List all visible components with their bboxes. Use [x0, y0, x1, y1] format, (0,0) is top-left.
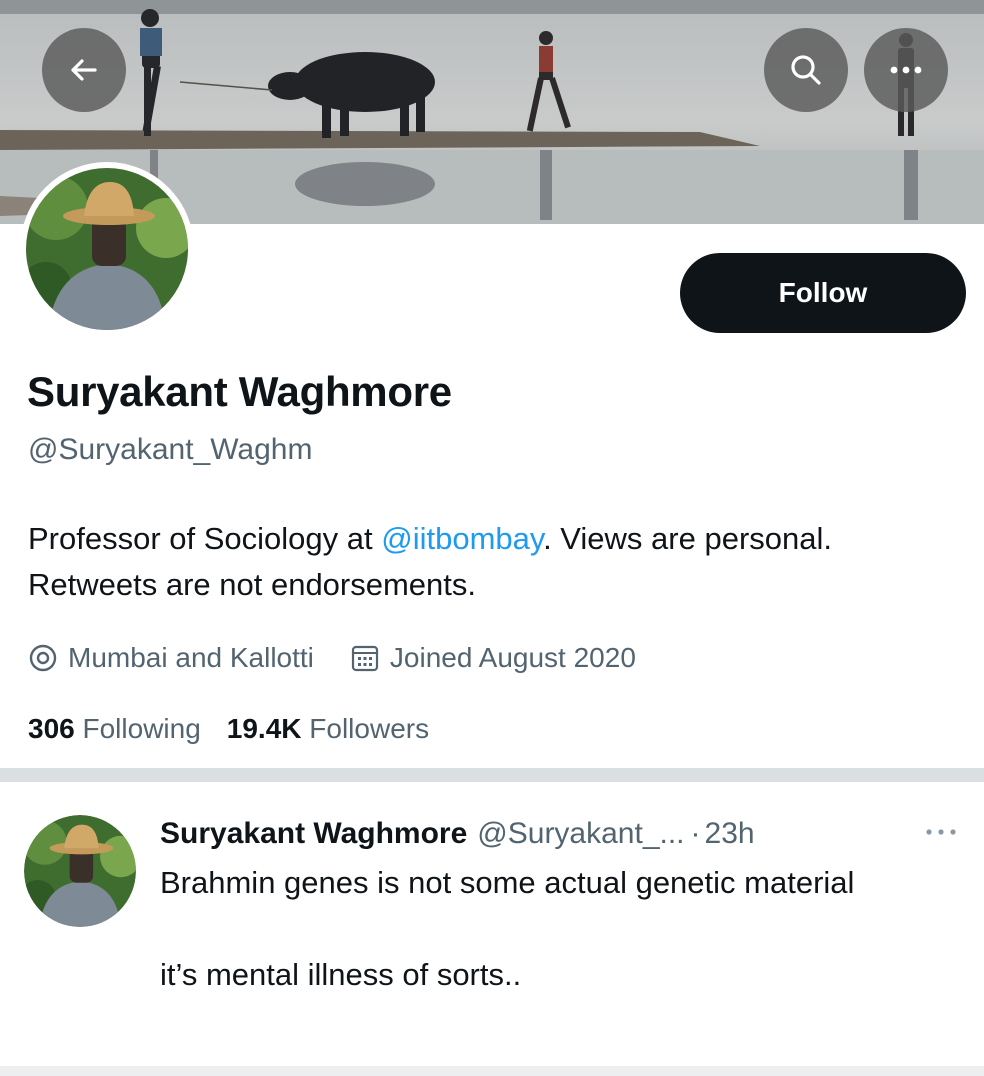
followers-label: Followers: [309, 713, 430, 744]
tweet-text: Brahmin genes is not some actual genetic…: [160, 860, 940, 998]
tweet-header: Suryakant Waghmore @Suryakant_... · 23h: [160, 812, 755, 856]
back-button[interactable]: [42, 28, 126, 112]
tweet-author-name[interactable]: Suryakant Waghmore: [160, 817, 467, 851]
bio-mention-link[interactable]: @iitbombay: [381, 521, 543, 556]
profile-handle: @Suryakant_Waghm: [28, 433, 313, 466]
more-dots-icon: [890, 66, 922, 74]
tweet-author-avatar[interactable]: [24, 815, 136, 927]
arrow-left-icon: [71, 59, 97, 81]
profile-stats: 306 Following 19.4K Followers: [28, 708, 429, 750]
joined-item: Joined August 2020: [350, 642, 636, 674]
bottom-edge: [0, 1066, 984, 1076]
tweet-more-button[interactable]: [914, 812, 968, 852]
profile-meta: Mumbai and Kallotti Joined August 2020: [28, 636, 636, 680]
joined-text: Joined August 2020: [389, 642, 636, 673]
location-text: Mumbai and Kallotti: [68, 642, 314, 673]
tweet-line: Brahmin genes is not some actual genetic…: [160, 865, 855, 900]
more-dots-icon: [926, 829, 956, 835]
followers-link[interactable]: 19.4K Followers: [227, 713, 429, 745]
location-item: Mumbai and Kallotti: [28, 642, 314, 674]
tweet-avatar-image: [24, 815, 136, 927]
section-divider: [0, 768, 984, 782]
following-label: Following: [82, 713, 201, 744]
location-pin-icon: [29, 644, 57, 672]
search-icon: [791, 55, 821, 85]
following-link[interactable]: 306 Following: [28, 713, 201, 745]
following-count: 306: [28, 713, 75, 744]
follow-button[interactable]: Follow: [680, 253, 966, 333]
search-button[interactable]: [764, 28, 848, 112]
tweet-separator: ·: [690, 817, 701, 850]
followers-count: 19.4K: [226, 713, 302, 744]
avatar-image: [26, 168, 188, 330]
tweet-timestamp[interactable]: 23h: [705, 817, 755, 851]
calendar-icon: [351, 645, 379, 672]
bio-text-start: Professor of Sociology at: [28, 521, 382, 556]
more-options-button[interactable]: [864, 28, 948, 112]
profile-bio: Professor of Sociology at @iitbombay. Vi…: [28, 516, 928, 608]
tweet-line: it’s mental illness of sorts..: [160, 957, 522, 992]
profile-display-name: Suryakant Waghmore: [27, 368, 452, 415]
tweet-author-handle[interactable]: @Suryakant_...: [477, 817, 684, 851]
profile-avatar[interactable]: [20, 162, 194, 336]
